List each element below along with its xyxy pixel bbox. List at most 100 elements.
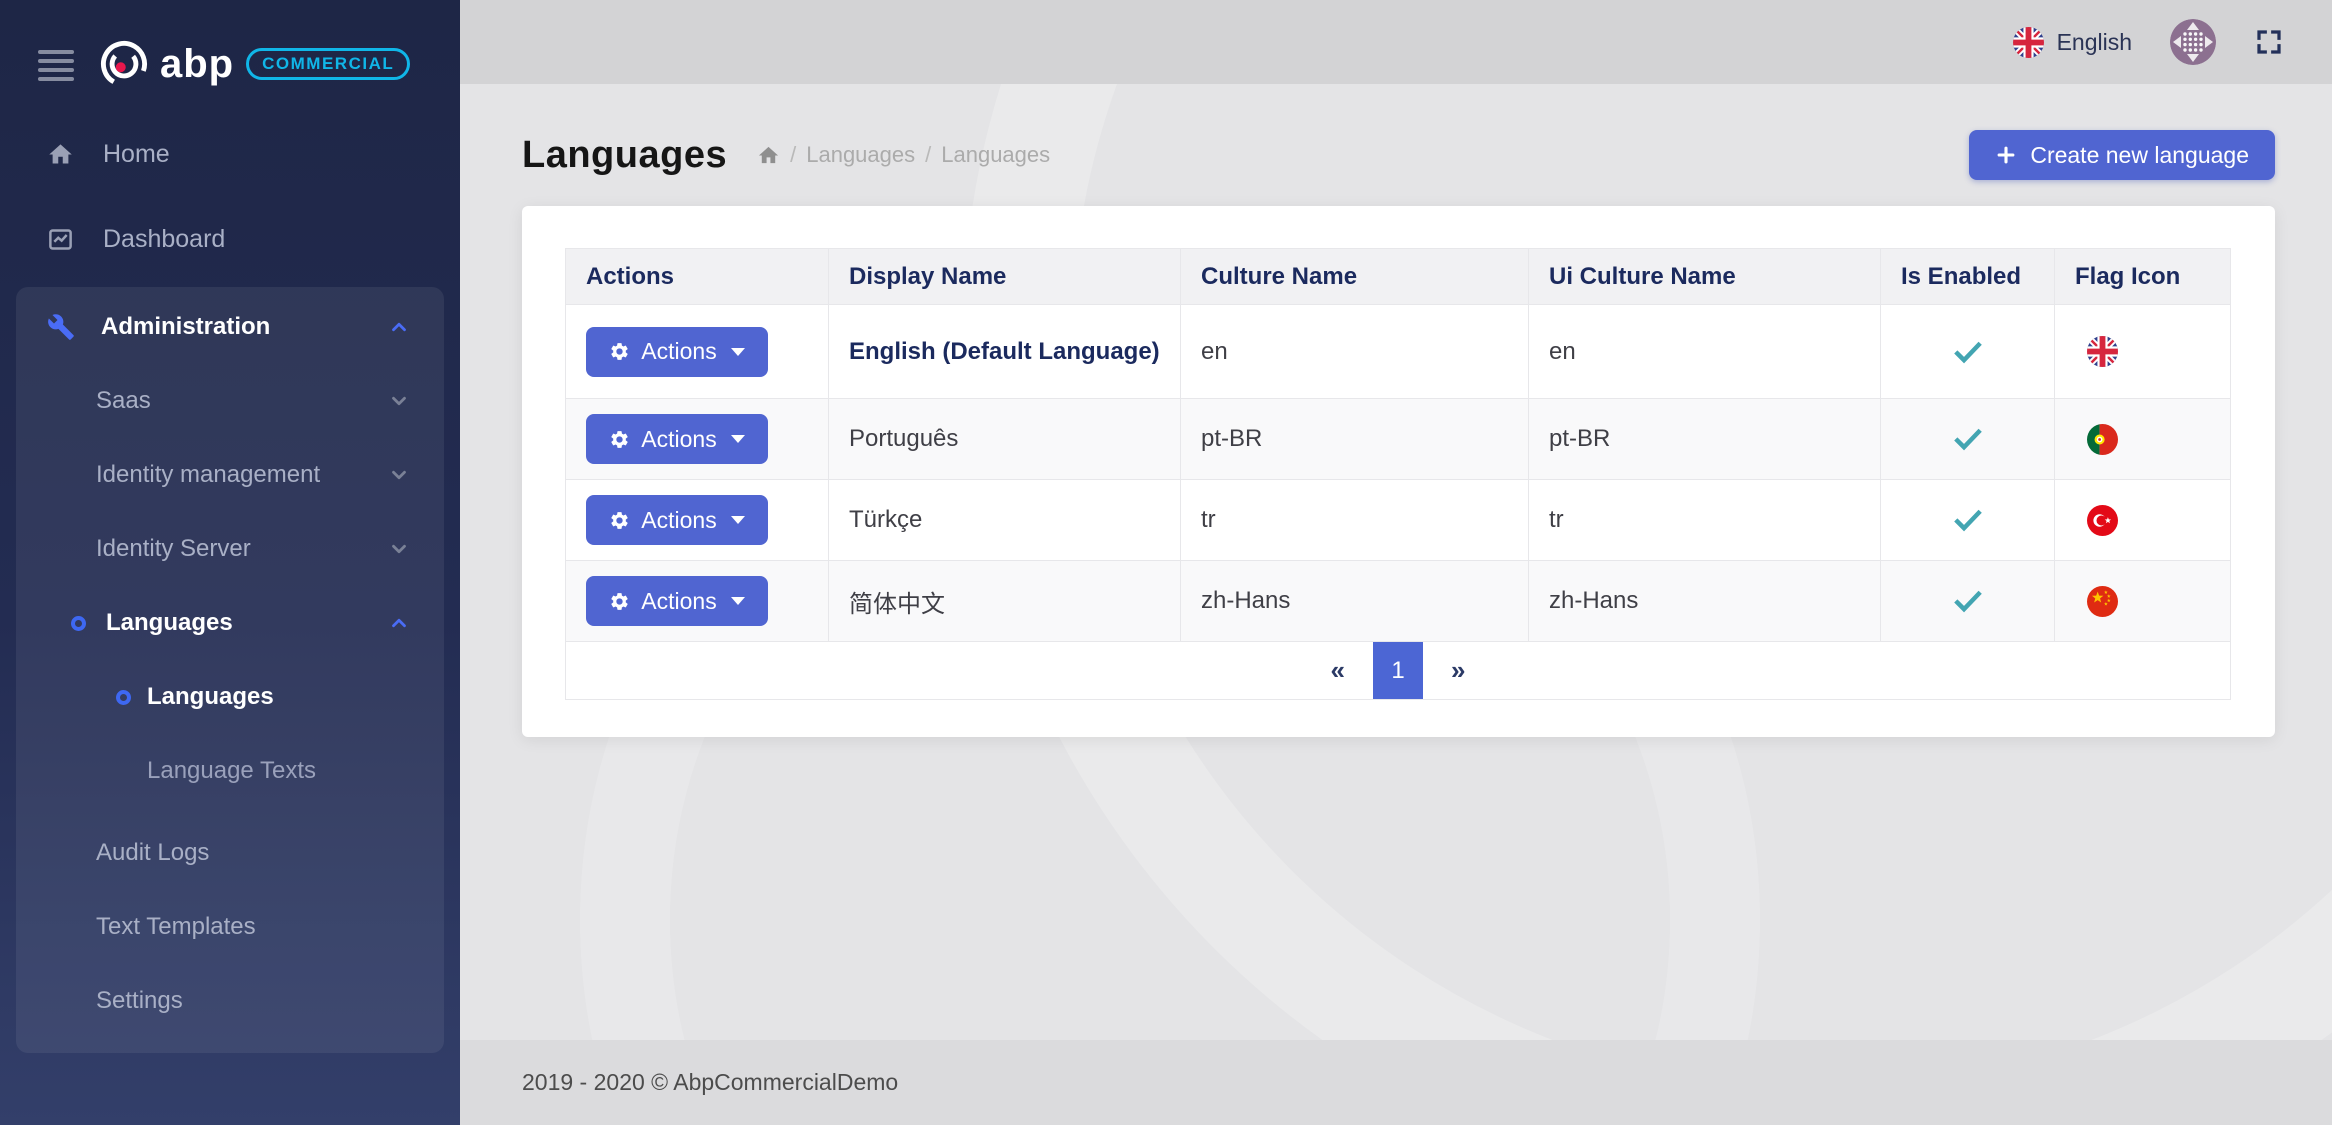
sidebar-item-saas[interactable]: Saas (16, 371, 444, 431)
sidebar-item-label: Settings (96, 987, 410, 1015)
hamburger-menu-icon[interactable] (38, 50, 74, 81)
languages-table-body: ActionsEnglish (Default Language)enenAct… (566, 305, 2231, 642)
pagination-page-1[interactable]: 1 (1373, 642, 1423, 699)
home-icon (45, 141, 75, 168)
sidebar-item-home[interactable]: Home (0, 124, 460, 184)
copyright-text: 2019 - 2020 © AbpCommercialDemo (522, 1069, 898, 1096)
cell-display-name: Português (829, 399, 1181, 480)
pagination-next-button[interactable]: » (1443, 655, 1473, 686)
sidebar-header: abp COMMERCIAL (0, 0, 460, 100)
sidebar-item-audit-logs[interactable]: Audit Logs (16, 823, 444, 883)
sidebar-item-settings[interactable]: Settings (16, 971, 444, 1031)
logo-text: abp (160, 42, 234, 87)
sidebar-item-administration[interactable]: Administration (16, 297, 444, 357)
cell-display-name: Türkçe (829, 480, 1181, 561)
sidebar-item-label: Identity Server (96, 535, 388, 563)
table-row: ActionsEnglish (Default Language)enen (566, 305, 2231, 399)
pagination-prev-button[interactable]: « (1323, 655, 1353, 686)
logo-commercial-badge: COMMERCIAL (246, 48, 410, 80)
breadcrumb-item[interactable]: Languages (806, 142, 915, 168)
cell-flag-icon (2055, 399, 2231, 480)
table-header-row: Actions Display Name Culture Name Ui Cul… (566, 249, 2231, 305)
dashboard-chart-icon (45, 226, 75, 253)
fullscreen-icon[interactable] (2254, 27, 2284, 57)
caret-down-icon (731, 348, 745, 356)
sidebar-item-label: Languages (147, 683, 274, 711)
bullet-ring-icon (116, 690, 131, 705)
abp-logo[interactable]: abp COMMERCIAL (98, 38, 410, 90)
cell-culture-name: zh-Hans (1181, 561, 1529, 642)
column-header-ui-culture-name: Ui Culture Name (1529, 249, 1881, 305)
check-icon (1953, 505, 1983, 532)
sidebar-item-label: Administration (101, 313, 388, 341)
row-actions-button[interactable]: Actions (586, 414, 768, 464)
caret-down-icon (731, 516, 745, 524)
cell-culture-name: tr (1181, 480, 1529, 561)
uk-flag-icon (2013, 27, 2044, 58)
gear-icon (609, 341, 630, 362)
cn-flag-icon (2075, 586, 2210, 617)
chevron-down-icon (388, 538, 410, 560)
main-area: English (460, 0, 2332, 1125)
table-row: ActionsTürkçetrtr (566, 480, 2231, 561)
column-header-actions: Actions (566, 249, 829, 305)
chevron-up-icon (388, 316, 410, 338)
topbar: English (460, 0, 2332, 84)
check-icon (1953, 586, 1983, 613)
cell-is-enabled (1881, 305, 2055, 399)
user-avatar[interactable] (2170, 19, 2216, 65)
plus-icon (1995, 144, 2017, 166)
sidebar-item-label: Audit Logs (96, 839, 410, 867)
sidebar-item-language-texts[interactable]: Language Texts (16, 741, 444, 801)
table-row: Actions简体中文zh-Hanszh-Hans (566, 561, 2231, 642)
row-actions-button[interactable]: Actions (586, 327, 768, 377)
caret-down-icon (731, 597, 745, 605)
languages-table: Actions Display Name Culture Name Ui Cul… (565, 248, 2231, 700)
chevron-down-icon (388, 464, 410, 486)
gear-icon (609, 429, 630, 450)
cell-is-enabled (1881, 399, 2055, 480)
sidebar-item-identity-server[interactable]: Identity Server (16, 519, 444, 579)
row-actions-button[interactable]: Actions (586, 495, 768, 545)
cell-ui-culture-name: pt-BR (1529, 399, 1881, 480)
gb-flag-icon (2075, 336, 2210, 367)
sidebar-item-text-templates[interactable]: Text Templates (16, 897, 444, 957)
breadcrumb-item[interactable]: Languages (941, 142, 1050, 168)
sidebar-item-label: Identity management (96, 461, 388, 489)
row-actions-button[interactable]: Actions (586, 576, 768, 626)
gear-icon (609, 510, 630, 531)
page-title: Languages (522, 134, 727, 177)
table-row: ActionsPortuguêspt-BRpt-BR (566, 399, 2231, 480)
sidebar-item-label: Text Templates (96, 913, 410, 941)
languages-card: Actions Display Name Culture Name Ui Cul… (522, 206, 2275, 737)
cell-ui-culture-name: en (1529, 305, 1881, 399)
column-header-flag-icon: Flag Icon (2055, 249, 2231, 305)
sidebar-item-identity-management[interactable]: Identity management (16, 445, 444, 505)
cell-culture-name: en (1181, 305, 1529, 399)
breadcrumb-separator: / (790, 142, 796, 168)
cell-display-name: 简体中文 (829, 561, 1181, 642)
page-head: Languages / Languages / Languages Create… (522, 130, 2275, 180)
abp-logo-mark-icon (98, 38, 150, 90)
app-window: abp COMMERCIAL Home Dashboard (0, 0, 2332, 1125)
chevron-down-icon (388, 390, 410, 412)
sidebar-item-languages-group[interactable]: Languages (16, 593, 444, 653)
sidebar-item-dashboard[interactable]: Dashboard (0, 209, 460, 269)
breadcrumb-separator: / (925, 142, 931, 168)
cell-culture-name: pt-BR (1181, 399, 1529, 480)
language-picker[interactable]: English (2013, 27, 2132, 58)
cell-is-enabled (1881, 561, 2055, 642)
check-icon (1953, 424, 1983, 451)
cell-flag-icon (2055, 561, 2231, 642)
sidebar-item-label: Saas (96, 387, 388, 415)
current-language-label: English (2057, 29, 2132, 56)
create-new-language-button[interactable]: Create new language (1969, 130, 2275, 180)
column-header-display-name: Display Name (829, 249, 1181, 305)
administration-panel: Administration Saas Identity management (16, 287, 444, 1053)
pagination: « 1 » (566, 642, 2230, 699)
sidebar-item-languages[interactable]: Languages (16, 667, 444, 727)
cell-ui-culture-name: zh-Hans (1529, 561, 1881, 642)
home-breadcrumb-icon[interactable] (757, 144, 780, 167)
sidebar: abp COMMERCIAL Home Dashboard (0, 0, 460, 1125)
chevron-up-icon (388, 612, 410, 634)
